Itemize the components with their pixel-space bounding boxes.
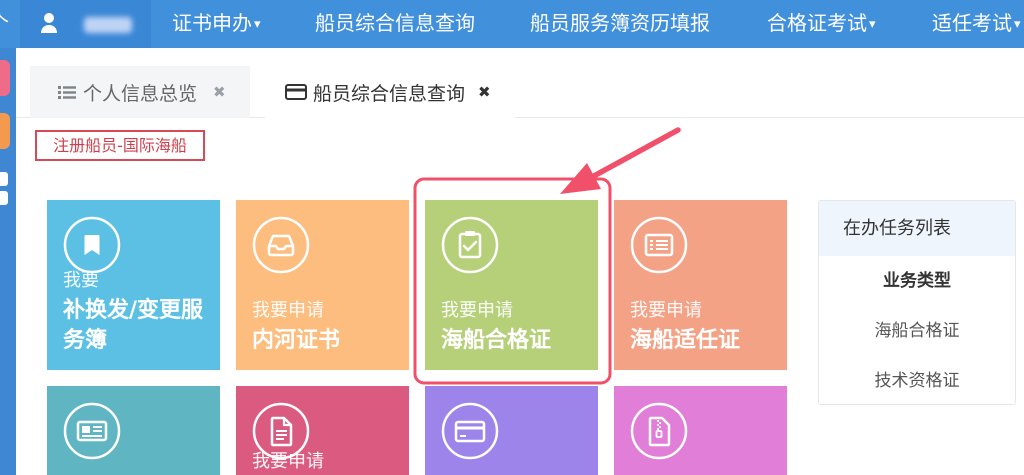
list-icon: [58, 85, 76, 99]
nav-label: 船员服务簿资历填报: [530, 11, 710, 35]
grid-icon-cell: [0, 191, 8, 205]
nav-label: 船员综合信息查询: [315, 11, 475, 35]
tile-title: 海船适任证: [630, 328, 741, 353]
tile-replace-service-book[interactable]: 我要 补换发/变更服务簿: [47, 200, 220, 370]
tile-text: 我要 补换发/变更服务簿: [63, 266, 213, 356]
user-icon: [41, 13, 57, 33]
tile-prefix: 我要申请: [441, 300, 513, 321]
username-redacted: [84, 17, 132, 33]
zip-file-icon: [630, 402, 688, 460]
annotation-arrow-shaft: [589, 127, 681, 180]
annotation-arrow-head: [560, 163, 601, 194]
close-icon[interactable]: ✖: [213, 83, 226, 101]
tile-8[interactable]: [614, 386, 787, 475]
app-root: 个 证书申办▾ 船员综合信息查询 船员服务簿资历填报 合格证考试▾ 适任考试▾: [0, 0, 1024, 475]
tile-inland-certificate[interactable]: 我要申请 内河证书: [236, 200, 409, 370]
chevron-down-icon: ▾: [254, 17, 261, 32]
nav-qualification-exam[interactable]: 合格证考试 ▾: [767, 0, 876, 48]
tile-prefix: 我要申请: [630, 300, 702, 321]
chevron-down-icon: ▾: [869, 17, 876, 32]
card-icon: [285, 84, 307, 100]
tile-text: 我要申请: [252, 447, 402, 475]
clipped-title-glyph: 个: [0, 11, 9, 35]
nav-label: 证书申办: [172, 11, 252, 35]
tab-label: 船员综合信息查询: [313, 82, 466, 105]
pending-task-panel: 在办任务列表 业务类型 海船合格证 技术资格证: [818, 200, 1016, 405]
service-tiles: 我要 补换发/变更服务簿 我要申请 内河证书 我要申请 海船合格证 我要申请 海…: [47, 200, 787, 475]
tile-text: 我要申请 海船合格证: [441, 296, 591, 356]
tile-7[interactable]: [425, 386, 598, 475]
nav-label: 合格证考试: [767, 11, 867, 35]
tile-prefix: 我要申请: [252, 300, 324, 321]
user-area[interactable]: [20, 0, 151, 48]
grid-icon[interactable]: [0, 172, 8, 206]
tile-title: 补换发/变更服务簿: [63, 298, 204, 353]
tray-icon: [252, 216, 310, 274]
task-row: 技术资格证: [874, 371, 960, 391]
tile-text: 我要申请 内河证书: [252, 296, 402, 356]
chevron-down-icon: ▾: [1014, 17, 1021, 32]
app-icon-pink[interactable]: [0, 60, 10, 96]
tile-prefix: 我要: [63, 270, 99, 291]
app-icon-orange[interactable]: [0, 113, 10, 149]
sidebar-strip: [0, 48, 16, 475]
nav-certificate-application[interactable]: 证书申办 ▾: [172, 0, 261, 48]
tile-6[interactable]: 我要申请: [236, 386, 409, 475]
tile-sea-competency-certificate[interactable]: 我要申请 海船适任证: [614, 200, 787, 370]
tile-title: 海船合格证: [441, 328, 552, 353]
tile-5[interactable]: [47, 386, 220, 475]
tile-prefix: 我要申请: [252, 451, 324, 472]
nav-seafarer-info-query[interactable]: 船员综合信息查询: [315, 0, 477, 48]
task-panel-title: 在办任务列表: [819, 201, 1015, 256]
nav-label: 适任考试: [932, 11, 1012, 35]
tab-bar: 个人信息总览 ✖ 船员综合信息查询 ✖: [16, 48, 1024, 118]
task-column-header: 业务类型: [883, 271, 951, 291]
nav-competency-exam[interactable]: 适任考试 ▾: [932, 0, 1024, 48]
status-badge: 注册船员-国际海船: [35, 130, 205, 161]
tab-seafarer-info-query[interactable]: 船员综合信息查询 ✖: [265, 66, 515, 118]
task-row: 海船合格证: [874, 321, 960, 341]
clipped-title: 个: [0, 0, 9, 48]
list-document-icon: [630, 216, 688, 274]
tile-title: 内河证书: [252, 328, 341, 353]
grid-icon-cell: [0, 172, 8, 186]
credit-card-icon: [441, 402, 499, 460]
tile-sea-qualification-certificate[interactable]: 我要申请 海船合格证: [425, 200, 598, 370]
nav-service-book-record[interactable]: 船员服务簿资历填报: [530, 0, 712, 48]
tab-label: 个人信息总览: [83, 82, 198, 105]
newspaper-icon: [63, 402, 121, 460]
clipboard-check-icon: [441, 216, 499, 274]
tile-text: 我要申请 海船适任证: [630, 296, 780, 356]
top-nav: 个 证书申办▾ 船员综合信息查询 船员服务簿资历填报 合格证考试▾ 适任考试▾: [0, 0, 1024, 48]
close-icon[interactable]: ✖: [478, 83, 491, 101]
tab-personal-overview[interactable]: 个人信息总览 ✖: [30, 66, 250, 118]
